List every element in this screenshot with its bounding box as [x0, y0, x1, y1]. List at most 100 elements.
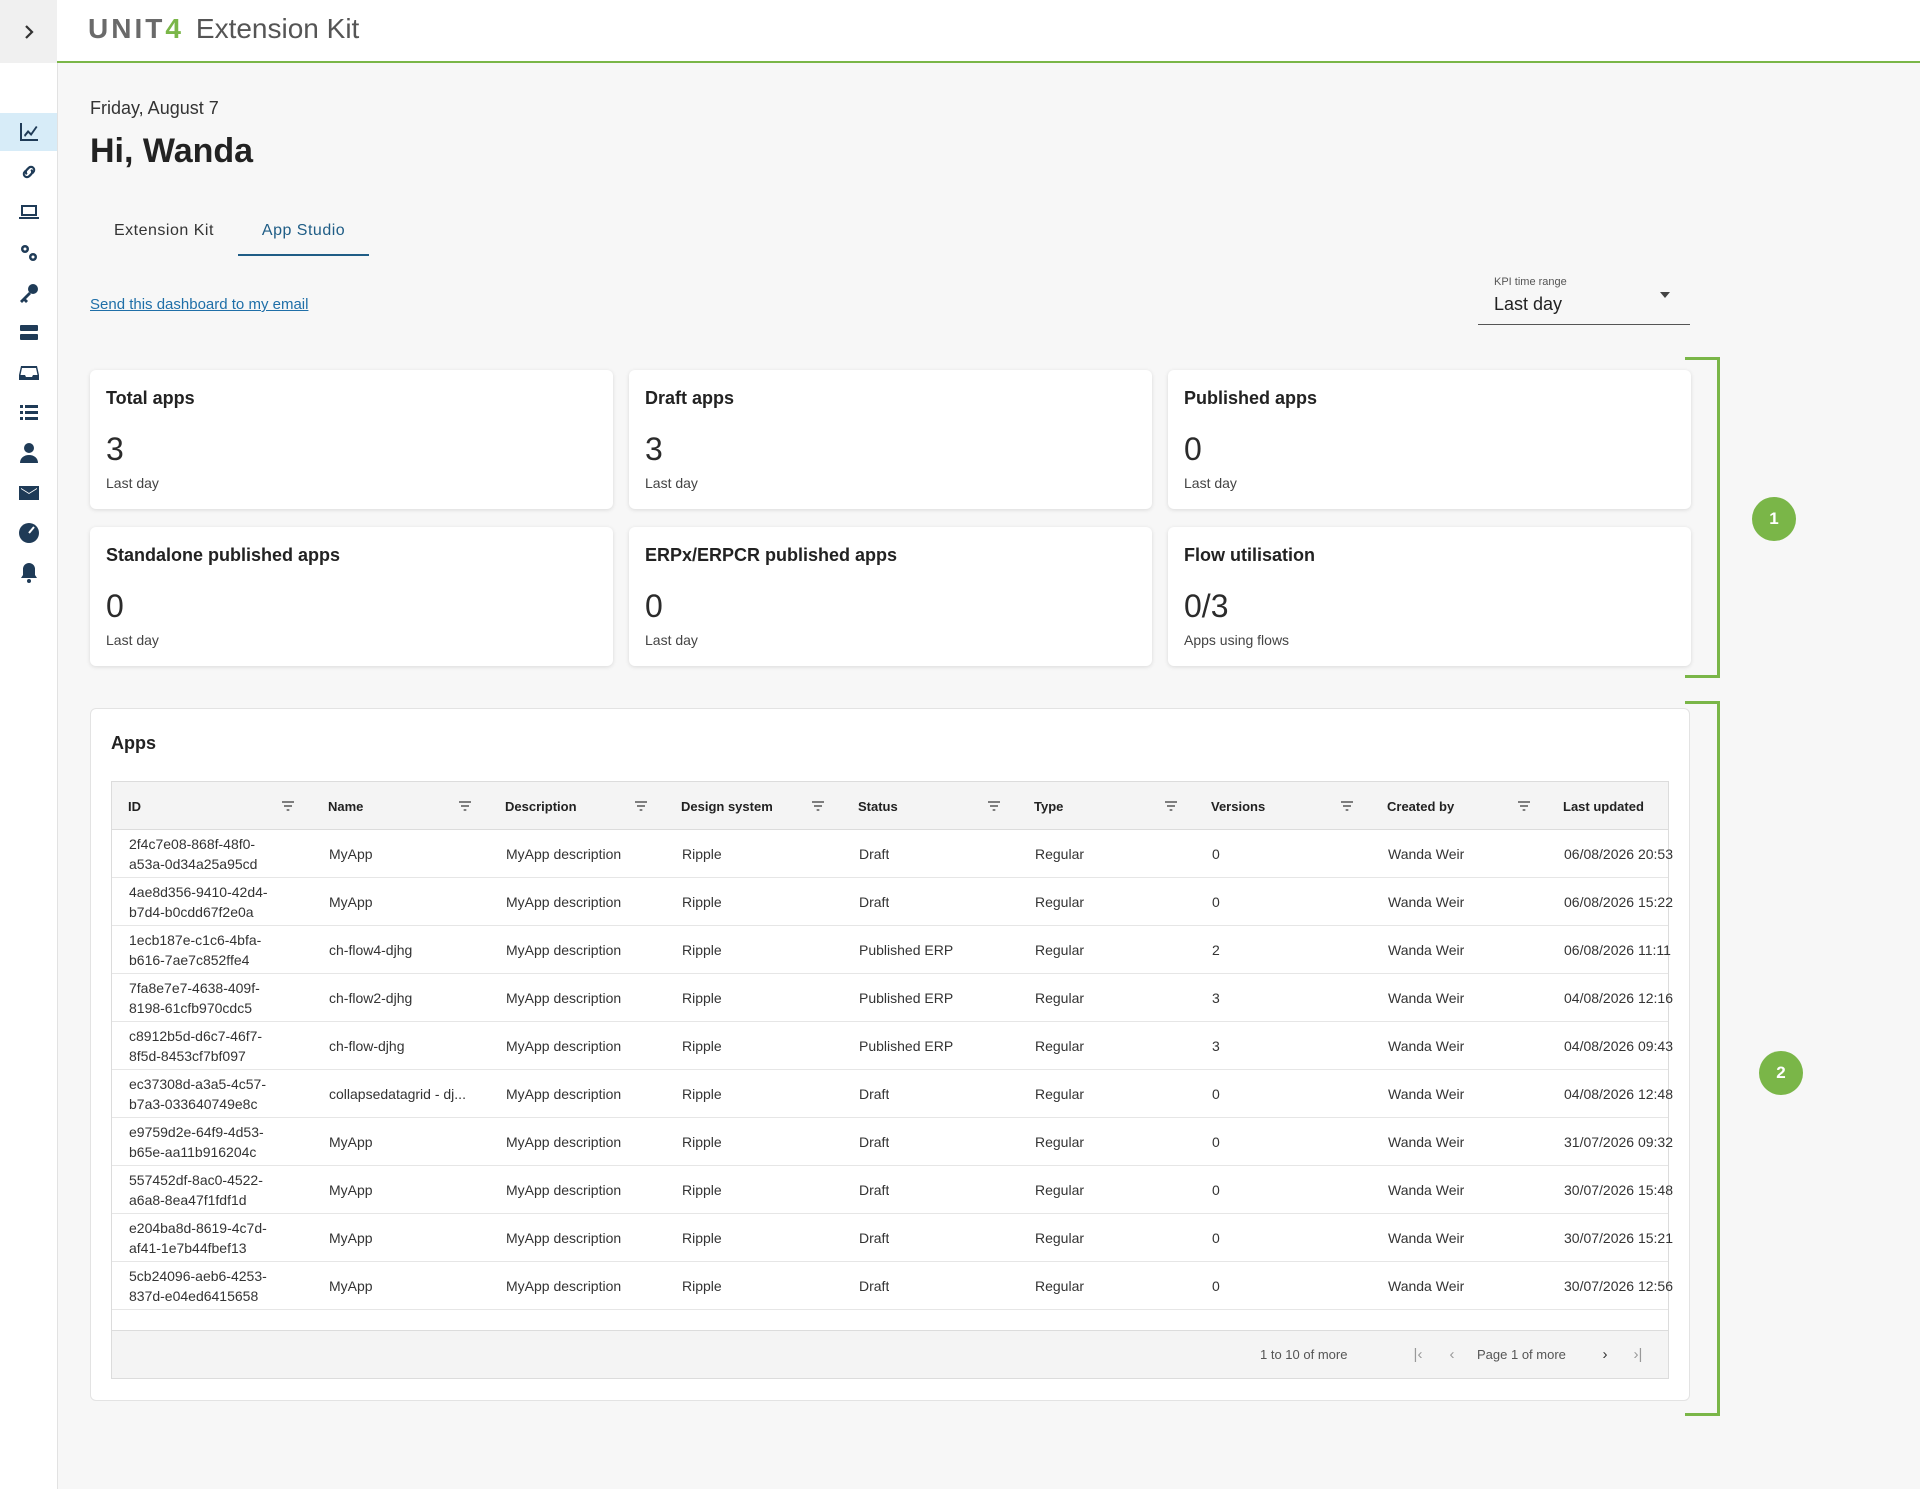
- cell-name: ch-flow4-djhg: [329, 942, 413, 958]
- column-header-name[interactable]: Name: [328, 782, 363, 830]
- brand: UNIT4 Extension Kit: [88, 13, 359, 45]
- table-row[interactable]: 4ae8d356-9410-42d4-b7d4-b0cdd67f2e0a MyAp…: [112, 878, 1673, 926]
- page-title: Hi, Wanda: [90, 132, 254, 170]
- rail-item-key[interactable]: [0, 274, 57, 312]
- filter-icon[interactable]: [810, 798, 826, 819]
- cell-id: 2f4c7e08-868f-48f0-a53a-0d34a25a95cd: [129, 836, 258, 872]
- caret-down-icon: [1660, 292, 1670, 298]
- cell-type: Regular: [1035, 942, 1085, 958]
- chart-icon: [19, 123, 38, 141]
- cell-last-updated: 30/07/2026 15:48: [1564, 1182, 1673, 1198]
- filter-icon[interactable]: [1163, 798, 1179, 819]
- kpi-card: Published apps 0 Last day: [1168, 370, 1691, 509]
- cell-status: Published ERP: [859, 942, 954, 958]
- prev-page-icon[interactable]: ‹: [1442, 1343, 1462, 1365]
- kpi-title: ERPx/ERPCR published apps: [645, 545, 898, 565]
- cell-description: MyApp description: [506, 1230, 622, 1246]
- table-row[interactable]: 557452df-8ac0-4522-a6a8-8ea47f1fdf1d MyAp…: [112, 1166, 1673, 1214]
- section-bracket-kpis: [1685, 357, 1720, 678]
- cell-created-by: Wanda Weir: [1388, 990, 1465, 1006]
- kpi-value: 0: [106, 588, 124, 624]
- cell-description: MyApp description: [506, 894, 622, 910]
- cell-id: 5cb24096-aeb6-4253-837d-e04ed6415658: [129, 1268, 267, 1304]
- column-header-design-system[interactable]: Design system: [681, 782, 773, 830]
- column-header-versions[interactable]: Versions: [1211, 782, 1265, 830]
- kpi-time-range-select[interactable]: KPI time range Last day: [1478, 272, 1690, 325]
- cell-versions: 0: [1212, 1230, 1220, 1246]
- product-name: Extension Kit: [195, 13, 360, 44]
- filter-icon[interactable]: [280, 798, 296, 819]
- cell-description: MyApp description: [506, 1038, 622, 1054]
- filter-icon[interactable]: [1516, 798, 1532, 819]
- filter-icon[interactable]: [457, 798, 473, 819]
- column-header-description[interactable]: Description: [505, 782, 577, 830]
- cell-name: MyApp: [329, 1230, 373, 1246]
- kpi-title: Total apps: [106, 388, 195, 408]
- rail-item-gauge[interactable]: [0, 514, 57, 552]
- cell-status: Draft: [859, 1086, 890, 1102]
- table-row[interactable]: 1ecb187e-c1c6-4bfa-b616-7ae7c852ffe4 ch-f…: [112, 926, 1671, 974]
- table-row[interactable]: 5cb24096-aeb6-4253-837d-e04ed6415658 MyAp…: [112, 1262, 1673, 1310]
- cell-type: Regular: [1035, 1278, 1085, 1294]
- send-dashboard-email-link[interactable]: Send this dashboard to my email: [90, 296, 308, 313]
- column-header-last-updated[interactable]: Last updated: [1563, 782, 1644, 830]
- cell-design-system: Ripple: [682, 1182, 722, 1198]
- rail-item-server[interactable]: [0, 314, 57, 352]
- cell-design-system: Ripple: [682, 846, 722, 862]
- rail-item-link[interactable]: [0, 153, 57, 191]
- last-page-icon[interactable]: ›|: [1628, 1343, 1648, 1365]
- cell-last-updated: 06/08/2026 15:22: [1564, 894, 1673, 910]
- cell-versions: 2: [1212, 942, 1220, 958]
- rail-item-chart[interactable]: [0, 113, 57, 151]
- filter-icon[interactable]: [986, 798, 1002, 819]
- rail-item-bell[interactable]: [0, 554, 57, 592]
- cell-created-by: Wanda Weir: [1388, 1278, 1465, 1294]
- table-row[interactable]: 7fa8e7e7-4638-409f-8198-61cfb970cdc5 ch-f…: [112, 974, 1673, 1022]
- gears-icon: [20, 245, 37, 261]
- column-header-status[interactable]: Status: [858, 782, 898, 830]
- tab-extension-kit[interactable]: Extension Kit: [90, 216, 238, 256]
- filter-icon[interactable]: [633, 798, 649, 819]
- table-row[interactable]: e204ba8d-8619-4c7d-af41-1e7b44fbef13 MyAp…: [112, 1214, 1673, 1262]
- cell-type: Regular: [1035, 1086, 1085, 1102]
- cell-type: Regular: [1035, 1134, 1085, 1150]
- filter-icon[interactable]: [1339, 798, 1355, 819]
- laptop-icon: [18, 205, 39, 219]
- column-header-id[interactable]: ID: [128, 782, 141, 830]
- cell-status: Draft: [859, 846, 890, 862]
- cell-description: MyApp description: [506, 846, 622, 862]
- column-header-created-by[interactable]: Created by: [1387, 782, 1454, 830]
- first-page-icon[interactable]: |‹: [1408, 1343, 1428, 1365]
- column-header-type[interactable]: Type: [1034, 782, 1063, 830]
- link-icon: [22, 165, 35, 179]
- top-header: UNIT4 Extension Kit: [0, 0, 1920, 63]
- tab-app-studio[interactable]: App Studio: [237, 216, 370, 256]
- rail-item-gears[interactable]: [0, 234, 57, 272]
- kpi-subtitle: Last day: [1184, 475, 1237, 491]
- cell-id: e9759d2e-64f9-4d53-b65e-aa11b916204c: [129, 1124, 264, 1160]
- cell-versions: 0: [1212, 846, 1220, 862]
- cell-id: 4ae8d356-9410-42d4-b7d4-b0cdd67f2e0a: [129, 884, 268, 920]
- left-nav-rail: [0, 63, 58, 1489]
- cell-status: Draft: [859, 1182, 890, 1198]
- cell-type: Regular: [1035, 846, 1085, 862]
- cell-description: MyApp description: [506, 1278, 622, 1294]
- table-row[interactable]: 2f4c7e08-868f-48f0-a53a-0d34a25a95cd MyAp…: [112, 830, 1673, 878]
- table-row[interactable]: e9759d2e-64f9-4d53-b65e-aa11b916204c MyAp…: [112, 1118, 1673, 1166]
- cell-design-system: Ripple: [682, 1086, 722, 1102]
- cell-versions: 3: [1212, 1038, 1220, 1054]
- rail-item-mail[interactable]: [0, 474, 57, 512]
- rail-item-inbox[interactable]: [0, 354, 57, 392]
- cell-name: MyApp: [329, 1134, 373, 1150]
- next-page-icon[interactable]: ›: [1595, 1343, 1615, 1365]
- rail-item-laptop[interactable]: [0, 193, 57, 231]
- kpi-subtitle: Apps using flows: [1184, 632, 1290, 648]
- table-header: ID Name Description Design system Status Type…: [112, 782, 1668, 830]
- cell-status: Draft: [859, 1230, 890, 1246]
- rail-item-list[interactable]: [0, 394, 57, 432]
- expand-nav-button[interactable]: [0, 0, 57, 63]
- cell-status: Draft: [859, 894, 890, 910]
- rail-item-user[interactable]: [0, 434, 57, 472]
- table-row[interactable]: ec37308d-a3a5-4c57-b7a3-033640749e8c coll…: [112, 1070, 1673, 1118]
- table-row[interactable]: c8912b5d-d6c7-46f7-8f5d-8453cf7bf097 ch-f…: [112, 1022, 1673, 1070]
